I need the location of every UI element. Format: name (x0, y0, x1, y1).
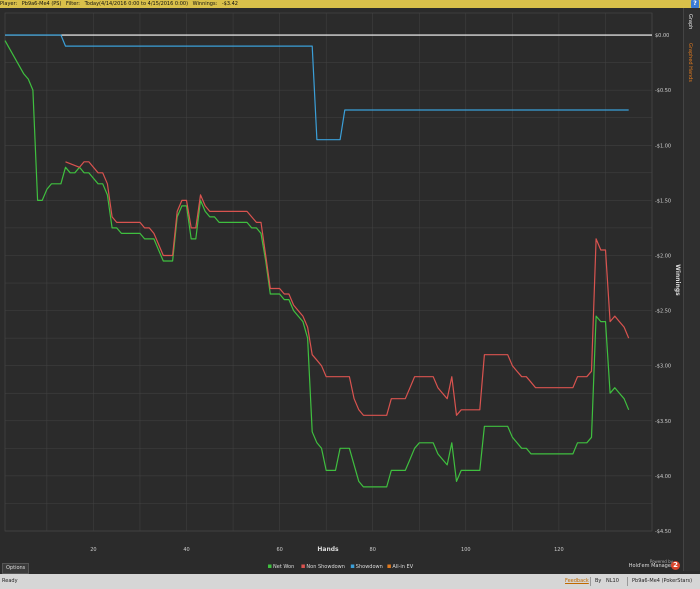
y-tick-label: -$0.50 (655, 88, 671, 94)
legend-swatch (301, 564, 305, 568)
chart-legend: Net Won Non Showdown Showdown All-in EV (268, 564, 414, 570)
player-value[interactable]: Pb9a6-Me4 (PS) (22, 1, 62, 7)
y-tick-label: $0.00 (655, 33, 669, 39)
x-tick-label: 60 (276, 547, 282, 553)
legend-label: All-in EV (392, 564, 413, 570)
legend-label: Net Won (273, 564, 294, 570)
by-label: By (595, 578, 602, 584)
options-button[interactable]: Options (2, 563, 30, 574)
y-tick-label: -$1.50 (655, 198, 671, 204)
legend-swatch (387, 564, 391, 568)
options-label: Options (6, 565, 26, 571)
filter-label: Filter: (66, 1, 80, 7)
x-tick-label: 80 (370, 547, 376, 553)
status-divider (627, 577, 628, 586)
x-tick-label: 120 (554, 547, 564, 553)
hm-logo-icon: 2 (671, 561, 680, 570)
right-sidebar: Graph Graphed Hands (683, 8, 700, 571)
x-tick-label: 20 (90, 547, 96, 553)
legend-swatch (350, 564, 355, 568)
feedback-link[interactable]: Feedback (565, 574, 589, 589)
y-tick-label: -$4.50 (655, 529, 671, 535)
x-tick-label: 40 (183, 547, 189, 553)
winnings-label: Winnings: (192, 1, 218, 7)
y-tick-label: -$1.00 (655, 143, 671, 149)
legend-swatch (268, 564, 272, 568)
legend-label: Showdown (356, 564, 383, 570)
winnings-chart: $0.00 -$0.50 -$1.00 -$1.50 -$2.00 -$2.50 -$3.0… (0, 8, 683, 574)
tab-graph[interactable]: Graph (687, 14, 693, 29)
y-tick-label: -$3.50 (655, 419, 671, 425)
x-axis-label: Hands (317, 546, 339, 553)
player-indicator[interactable]: Pb9a6-Me4 (PokerStars) (632, 574, 692, 589)
y-axis-label: Winnings (674, 264, 681, 296)
chart-background (0, 8, 683, 574)
powered-by: Powered by Hold'em Manager (626, 559, 673, 569)
winnings-value: -$3.42 (221, 1, 238, 7)
status-ready: Ready (2, 578, 18, 584)
title-bar: Player: Pb9a6-Me4 (PS) Filter: Today(4/1… (0, 0, 700, 8)
filter-value[interactable]: Today(4/14/2016 0:00 to 4/15/2016 0:00) (85, 1, 188, 7)
player-label: Player: (0, 1, 18, 7)
y-tick-label: -$2.50 (655, 309, 671, 315)
status-divider (590, 577, 591, 586)
y-tick-label: -$4.00 (655, 474, 671, 480)
y-tick-label: -$2.00 (655, 253, 671, 259)
database-indicator[interactable]: NL10 (606, 574, 619, 589)
brand-name: Hold'em Manager (628, 563, 673, 569)
status-bar: Ready Feedback By NL10 Pb9a6-Me4 (PokerS… (0, 574, 700, 589)
tab-graphed-hands[interactable]: Graphed Hands (687, 43, 693, 82)
y-tick-label: -$3.00 (655, 364, 671, 370)
legend-label: Non Showdown (306, 564, 345, 570)
help-icon[interactable]: ? (691, 0, 699, 8)
x-tick-label: 100 (461, 547, 471, 553)
